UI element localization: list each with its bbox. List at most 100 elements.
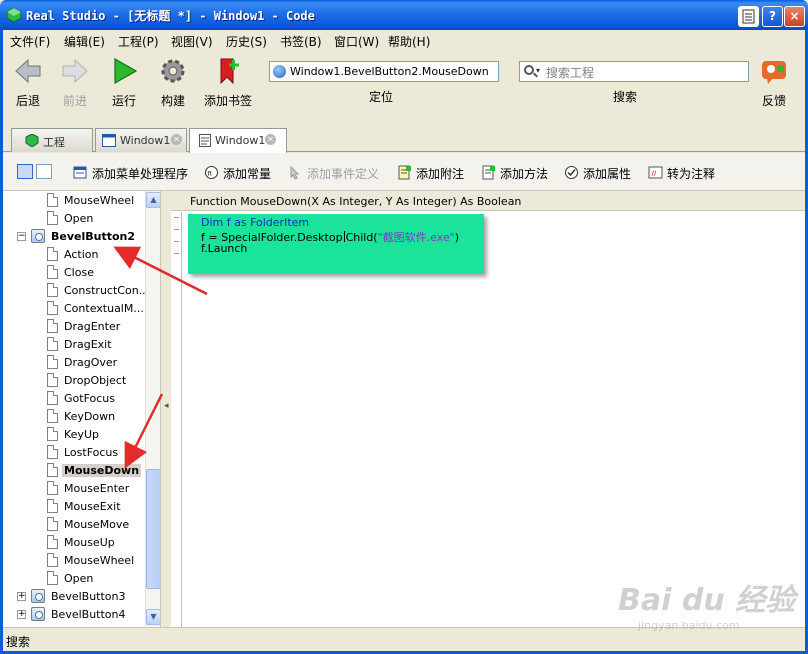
tab-window1-layout[interactable]: Window1 ✕ bbox=[95, 128, 187, 152]
tree-scrollbar[interactable]: ▲ ▼ bbox=[145, 191, 160, 627]
property-icon bbox=[565, 166, 578, 179]
tree-item-label: MouseExit bbox=[64, 500, 121, 513]
menu-help[interactable]: 帮助(H) bbox=[388, 33, 430, 50]
tree-item-label: ContextualM... bbox=[64, 302, 144, 315]
globe-icon bbox=[273, 65, 286, 78]
build-button[interactable]: 构建 bbox=[156, 56, 190, 109]
back-button[interactable]: 后退 bbox=[11, 56, 45, 109]
tree-item-label: DragExit bbox=[64, 338, 112, 351]
forward-button[interactable]: 前进 bbox=[58, 56, 92, 109]
page-icon bbox=[47, 391, 58, 405]
tree-item-label: ConstructCon... bbox=[64, 284, 150, 297]
help-button[interactable]: ? bbox=[762, 6, 783, 27]
add-bookmark-button[interactable]: 添加书签 bbox=[201, 56, 255, 109]
gutter-mark bbox=[174, 229, 179, 230]
expand-icon[interactable]: + bbox=[17, 592, 26, 601]
window-icon bbox=[102, 134, 116, 147]
menu-handler-icon bbox=[73, 166, 87, 179]
run-button[interactable]: 运行 bbox=[107, 56, 141, 109]
code-tree-panel: MouseWheel Open − BevelButton2 Action Cl… bbox=[3, 191, 161, 627]
location-value: Window1.BevelButton2.MouseDown bbox=[290, 65, 489, 78]
list-view-toggle[interactable] bbox=[36, 164, 52, 179]
tree-item-label: DragOver bbox=[64, 356, 118, 369]
expand-icon[interactable]: + bbox=[17, 610, 26, 619]
gutter-mark bbox=[174, 253, 179, 254]
collapse-icon[interactable]: − bbox=[17, 232, 26, 241]
page-icon bbox=[47, 337, 58, 351]
tree-item-label: Action bbox=[64, 248, 99, 261]
run-label: 运行 bbox=[111, 94, 136, 108]
tab-window1-code[interactable]: Window1 ✕ bbox=[189, 128, 287, 153]
menu-file[interactable]: 文件(F) bbox=[10, 33, 50, 50]
code-string: "截图软件.exe" bbox=[377, 231, 455, 244]
bookmark-icon bbox=[220, 58, 239, 85]
menu-bookmarks[interactable]: 书签(B) bbox=[280, 33, 322, 50]
add-constant-button[interactable]: π 添加常量 bbox=[204, 165, 271, 182]
add-event-definition-label: 添加事件定义 bbox=[307, 167, 380, 181]
tree-group-label: BevelButton3 bbox=[51, 590, 126, 603]
watermark-brand: Bai du 经验 bbox=[618, 583, 796, 618]
forward-arrow-icon bbox=[62, 58, 88, 84]
status-text: 搜索 bbox=[6, 635, 31, 649]
add-menu-handler-button[interactable]: 添加菜单处理程序 bbox=[73, 165, 188, 182]
watermark-url: jingyan.baidu.com bbox=[638, 619, 740, 632]
add-note-button[interactable]: 添加附注 bbox=[397, 165, 464, 182]
tree-view-toggle[interactable] bbox=[17, 164, 33, 179]
scroll-up-icon[interactable]: ▲ bbox=[146, 192, 160, 208]
tab-window1-layout-label: Window1 bbox=[120, 134, 171, 147]
close-tab-icon[interactable]: ✕ bbox=[171, 134, 182, 145]
tab-project[interactable]: 工程 bbox=[11, 128, 93, 152]
comment-icon: // bbox=[648, 166, 663, 179]
add-method-button[interactable]: 添加方法 bbox=[481, 165, 548, 182]
code-keyword: Dim bbox=[201, 216, 224, 229]
convert-to-comment-button[interactable]: // 转为注释 bbox=[648, 165, 715, 182]
highlighted-code-block[interactable]: Dim f as FolderItem f = SpecialFolder.De… bbox=[188, 214, 484, 274]
search-field[interactable]: ▾ 搜索工程 bbox=[519, 61, 749, 82]
page-icon bbox=[47, 571, 58, 585]
add-note-label: 添加附注 bbox=[416, 167, 465, 181]
scrollbar-thumb[interactable] bbox=[146, 469, 160, 589]
close-tab-icon[interactable]: ✕ bbox=[265, 134, 276, 145]
add-menu-handler-label: 添加菜单处理程序 bbox=[92, 167, 189, 181]
close-button[interactable]: × bbox=[784, 6, 805, 27]
constant-icon: π bbox=[205, 166, 218, 179]
tree-group-label: BevelButton4 bbox=[51, 608, 126, 621]
back-label: 后退 bbox=[15, 94, 40, 108]
code-editor[interactable]: Function MouseDown(X As Integer, Y As In… bbox=[171, 191, 805, 627]
play-icon bbox=[114, 57, 138, 85]
tree-item-label: MouseDown bbox=[62, 464, 142, 477]
menu-edit[interactable]: 编辑(E) bbox=[64, 33, 105, 50]
scroll-down-icon[interactable]: ▼ bbox=[146, 609, 160, 625]
menu-view[interactable]: 视图(V) bbox=[171, 33, 213, 50]
add-property-button[interactable]: 添加属性 bbox=[564, 165, 631, 182]
toolbar-icon-button[interactable] bbox=[738, 6, 759, 27]
method-signature: Function MouseDown(X As Integer, Y As In… bbox=[171, 191, 805, 211]
menu-bar: 文件(F) 编辑(E) 工程(P) 视图(V) 历史(S) 书签(B) 窗口(W… bbox=[0, 30, 808, 50]
page-icon bbox=[47, 445, 58, 459]
code-page-icon bbox=[199, 134, 211, 147]
location-field[interactable]: Window1.BevelButton2.MouseDown bbox=[269, 61, 499, 82]
search-icon bbox=[524, 65, 534, 75]
search-placeholder: 搜索工程 bbox=[546, 66, 595, 80]
menu-project[interactable]: 工程(P) bbox=[118, 33, 159, 50]
page-icon bbox=[47, 499, 58, 513]
menu-window[interactable]: 窗口(W) bbox=[334, 33, 379, 50]
page-icon bbox=[47, 535, 58, 549]
feedback-button[interactable]: 反馈 bbox=[756, 56, 792, 109]
panel-splitter[interactable]: ◂ bbox=[161, 191, 171, 627]
add-event-definition-button[interactable]: 添加事件定义 bbox=[288, 165, 379, 182]
page-icon bbox=[47, 517, 58, 531]
page-icon bbox=[47, 301, 58, 315]
code-text: f as FolderItem bbox=[223, 216, 310, 229]
location-label: 定位 bbox=[369, 90, 394, 104]
bevel-button-icon bbox=[31, 607, 45, 621]
tree-item-label: MouseWheel bbox=[64, 194, 135, 207]
tree-item-label: DropObject bbox=[64, 374, 127, 387]
title-bar[interactable]: Real Studio - [无标题 *] - Window1 - Code ?… bbox=[0, 0, 808, 30]
add-bookmark-label: 添加书签 bbox=[203, 94, 252, 108]
back-arrow-icon bbox=[15, 58, 41, 84]
gutter-mark bbox=[174, 241, 179, 242]
menu-history[interactable]: 历史(S) bbox=[226, 33, 267, 50]
page-icon bbox=[47, 247, 58, 261]
page-icon bbox=[47, 373, 58, 387]
